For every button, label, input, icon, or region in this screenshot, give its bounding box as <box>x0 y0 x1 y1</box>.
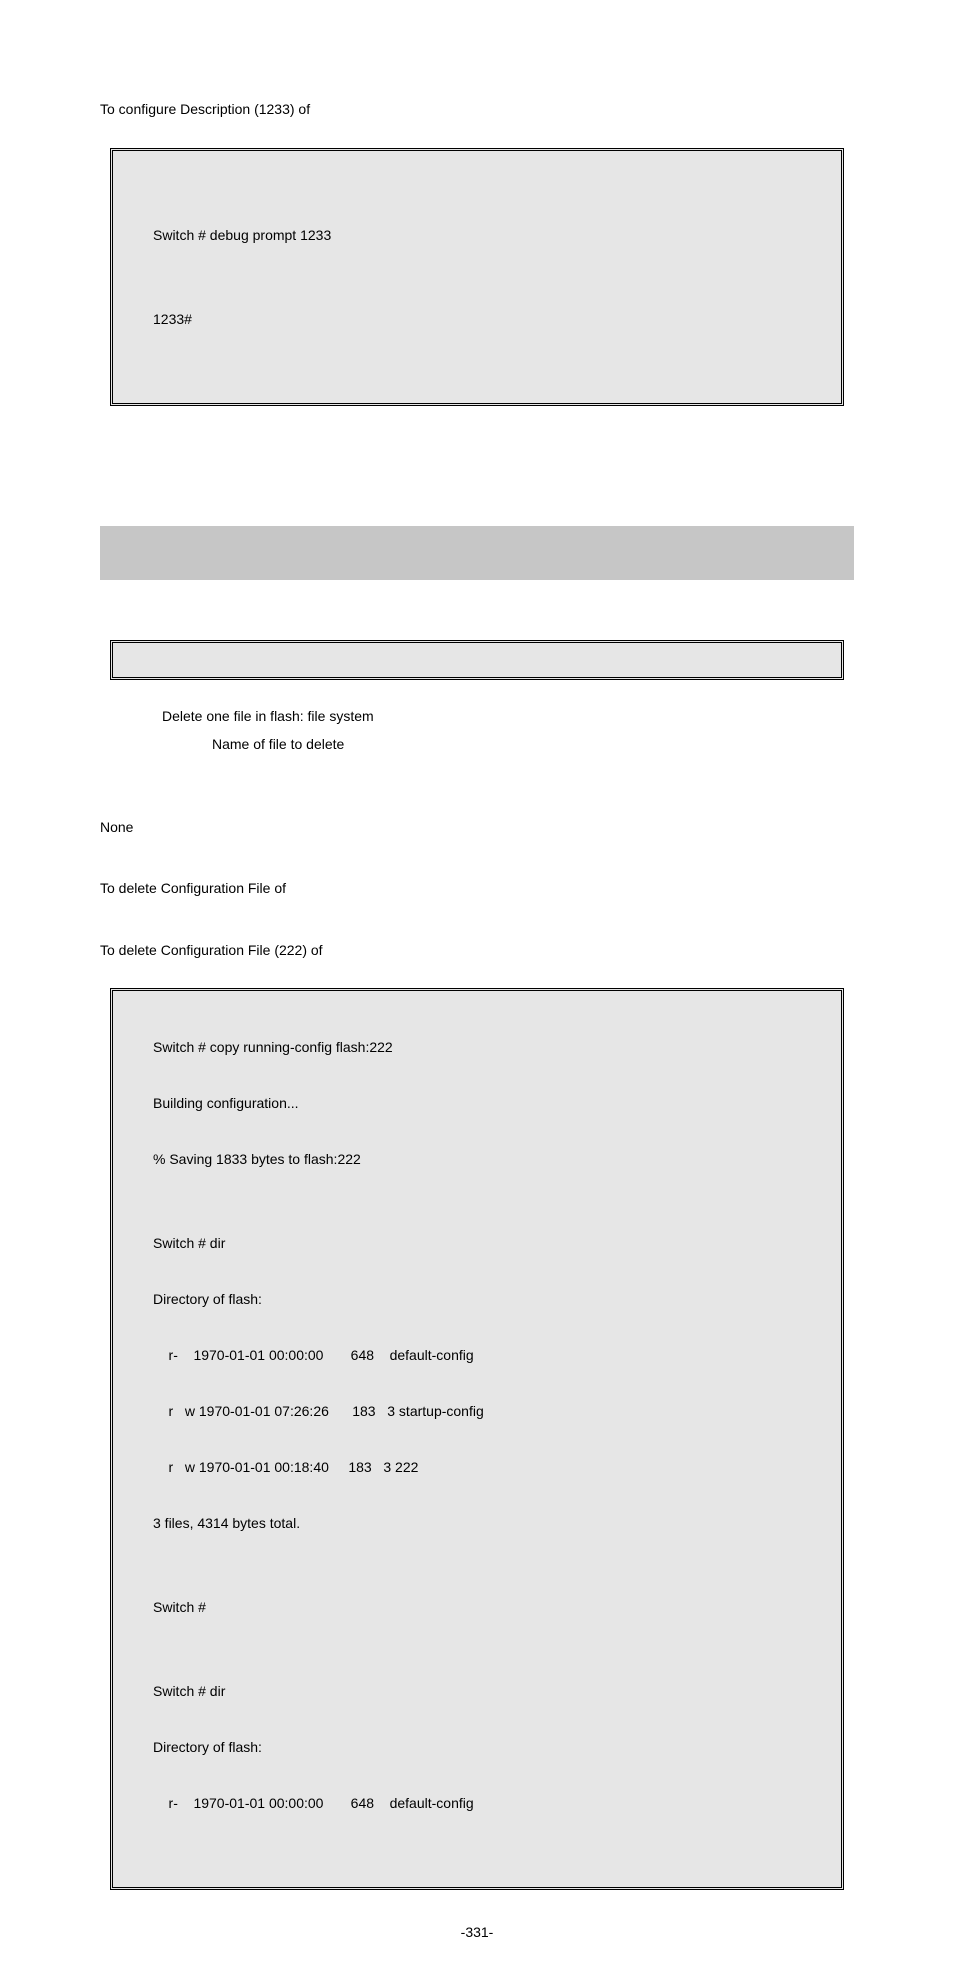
intro-text: To configure Description (1233) of <box>100 100 854 120</box>
none-label: None <box>100 818 854 838</box>
code-line: Directory of flash: <box>153 1733 801 1761</box>
code-line: Directory of flash: <box>153 1285 801 1313</box>
code-line: Switch # copy running-config flash:222 <box>153 1033 801 1061</box>
code-block-2: Switch # copy running-config flash:222 B… <box>110 988 844 1890</box>
code-block-1: Switch # debug prompt 1233 1233# <box>110 148 844 406</box>
empty-code-box <box>110 640 844 680</box>
code-line: r w 1970-01-01 07:26:26 183 3 startup-co… <box>153 1397 801 1425</box>
description-line: Delete one file in flash: file system <box>162 702 854 730</box>
code-line: % Saving 1833 bytes to flash:222 <box>153 1145 801 1173</box>
delete-text-2: To delete Configuration File (222) of <box>100 941 854 961</box>
code-line: r w 1970-01-01 00:18:40 183 3 222 <box>153 1453 801 1481</box>
page-number: -331- <box>0 1924 954 1940</box>
code-line: 3 files, 4314 bytes total. <box>153 1509 801 1537</box>
delete-text-1: To delete Configuration File of <box>100 879 854 899</box>
code-line: Switch # dir <box>153 1229 801 1257</box>
section-banner <box>100 526 854 580</box>
description-subline: Name of file to delete <box>212 730 854 758</box>
code-line: r- 1970-01-01 00:00:00 648 default-confi… <box>153 1341 801 1369</box>
code-line: 1233# <box>153 305 801 333</box>
code-line: Switch # dir <box>153 1677 801 1705</box>
code-line: Switch # <box>153 1593 801 1621</box>
code-line: Switch # debug prompt 1233 <box>153 221 801 249</box>
code-line: Building configuration... <box>153 1089 801 1117</box>
code-line: r- 1970-01-01 00:00:00 648 default-confi… <box>153 1789 801 1817</box>
page: To configure Description (1233) of Switc… <box>0 0 954 1970</box>
